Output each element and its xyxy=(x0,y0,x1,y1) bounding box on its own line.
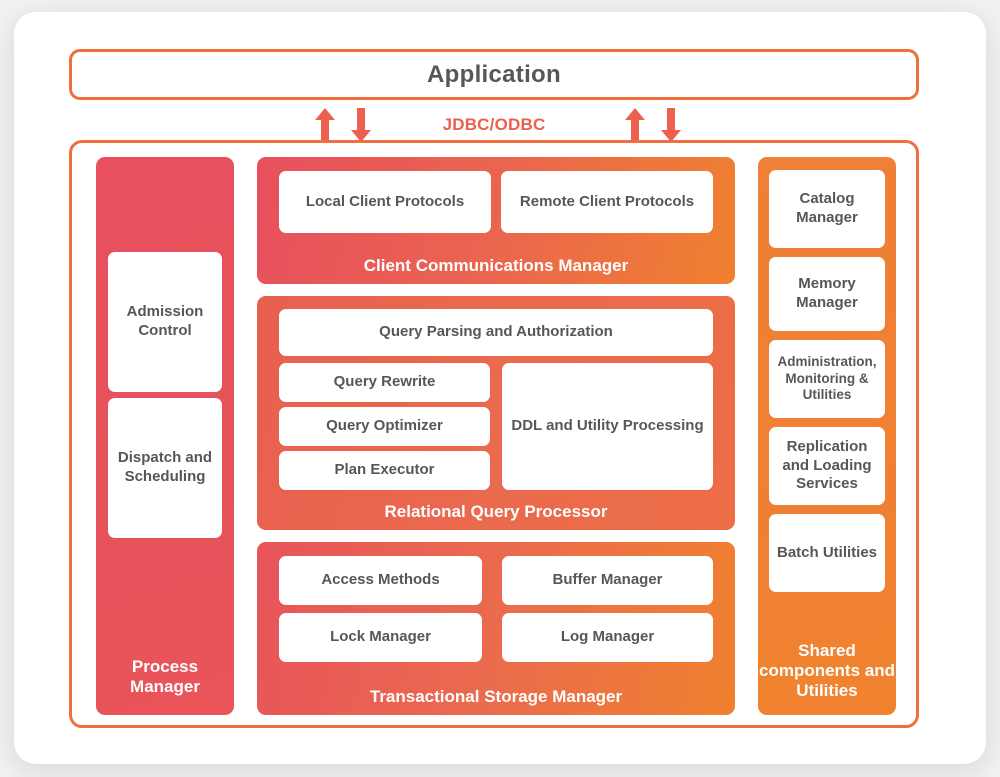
dbms-frame: Admission Control Dispatch and Schedulin… xyxy=(69,140,919,728)
component-catalog-manager: Catalog Manager xyxy=(769,170,885,248)
component-ddl-and-utility-processing: DDL and Utility Processing xyxy=(502,363,713,490)
shared-components-title: Shared components and Utilities xyxy=(758,640,895,700)
jdbc-odbc-label: JDBC/ODBC xyxy=(442,115,546,134)
transactional-storage-manager-panel: Access Methods Buffer Manager Lock Manag… xyxy=(257,542,735,715)
component-admission-control: Admission Control xyxy=(108,252,222,392)
component-log-manager: Log Manager xyxy=(502,613,713,662)
component-access-methods: Access Methods xyxy=(279,556,482,605)
component-batch-utilities: Batch Utilities xyxy=(769,514,885,592)
connector-arrows-right xyxy=(625,108,681,142)
client-communications-manager-title: Client Communications Manager xyxy=(363,255,629,275)
shared-components-panel: Catalog Manager Memory Manager Administr… xyxy=(758,157,896,715)
arrow-down-icon xyxy=(661,108,681,142)
component-administration-monitoring-utilities: Administration, Monitoring & Utilities xyxy=(769,340,885,418)
component-query-parsing-and-authorization: Query Parsing and Authorization xyxy=(279,309,713,356)
diagram-card: Application JDBC/ODBC Admission Control xyxy=(14,12,986,764)
process-manager-title: Process Manager xyxy=(130,656,200,696)
component-query-optimizer: Query Optimizer xyxy=(279,407,490,446)
component-local-client-protocols: Local Client Protocols xyxy=(279,171,491,233)
application-box: Application xyxy=(69,49,919,100)
client-communications-manager-panel: Local Client Protocols Remote Client Pro… xyxy=(257,157,735,284)
component-query-rewrite: Query Rewrite xyxy=(279,363,490,402)
component-dispatch-and-scheduling: Dispatch and Scheduling xyxy=(108,398,222,538)
arrow-up-icon xyxy=(625,108,645,142)
application-label: Application xyxy=(427,60,561,88)
process-manager-panel: Admission Control Dispatch and Schedulin… xyxy=(96,157,234,715)
relational-query-processor-panel: Query Parsing and Authorization Query Re… xyxy=(257,296,735,530)
relational-query-processor-title: Relational Query Processor xyxy=(384,501,608,521)
component-remote-client-protocols: Remote Client Protocols xyxy=(501,171,713,233)
component-replication-and-loading-services: Replication and Loading Services xyxy=(769,427,885,505)
transactional-storage-manager-title: Transactional Storage Manager xyxy=(369,686,623,706)
component-lock-manager: Lock Manager xyxy=(279,613,482,662)
component-memory-manager: Memory Manager xyxy=(769,257,885,331)
component-plan-executor: Plan Executor xyxy=(279,451,490,490)
component-buffer-manager: Buffer Manager xyxy=(502,556,713,605)
